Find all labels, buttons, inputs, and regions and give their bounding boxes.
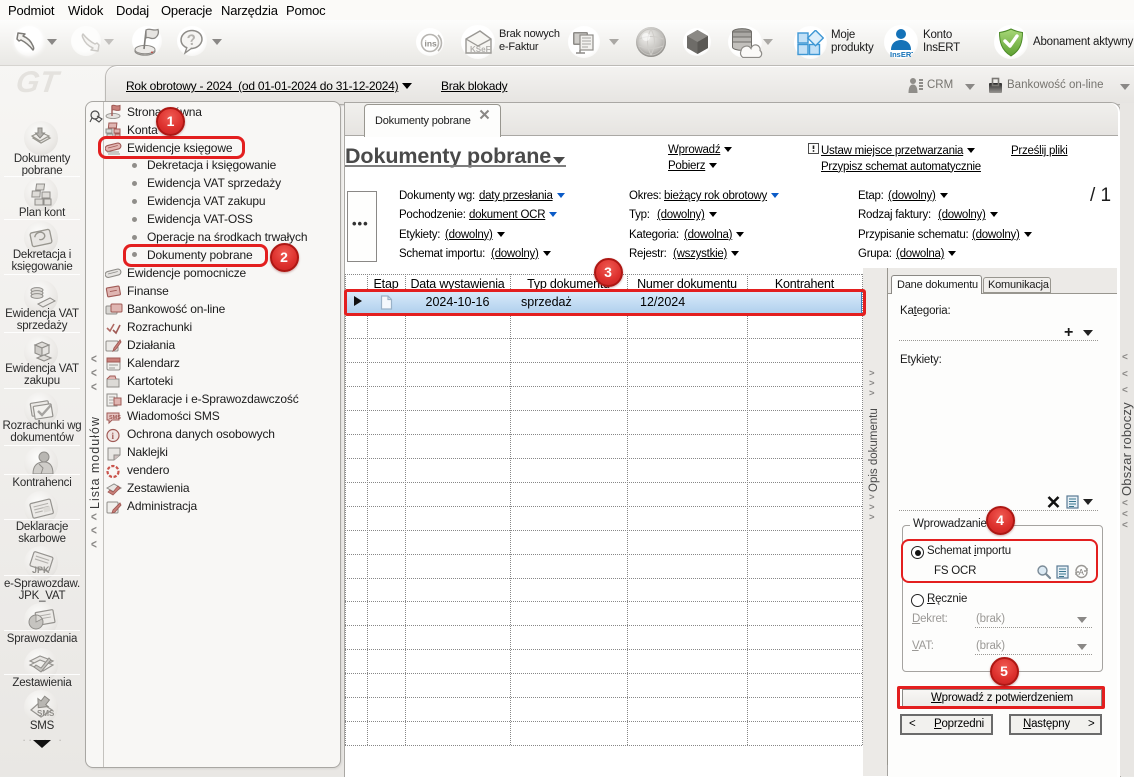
svg-text:SMS: SMS [37, 709, 55, 718]
svg-text:InsERT: InsERT [890, 50, 913, 58]
svg-text:SMS: SMS [109, 415, 121, 421]
svg-text:JPK: JPK [32, 565, 50, 575]
svg-text:KSeF: KSeF [470, 45, 491, 54]
svg-text:ins: ins [425, 39, 438, 49]
